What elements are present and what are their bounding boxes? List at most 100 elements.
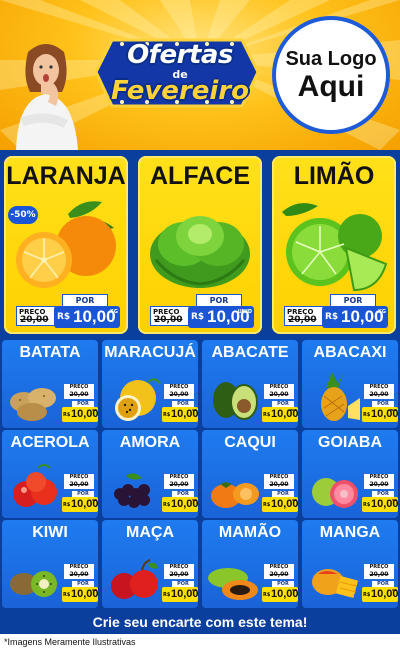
old-price: 20,00 [264,571,294,579]
unit: KG [92,498,97,502]
featured-card: ALFACE POR PREÇO 20,00 R$ 10,00 UNID [138,156,262,334]
preco-label: PREÇO [164,384,194,391]
title-fevereiro: Fevereiro [110,76,249,106]
product-name: CAQUI [224,434,276,451]
new-price-box: R$ 10,00 KG [54,306,120,328]
old-price-box: PREÇO 20,00 [150,306,190,326]
potato-icon [10,388,56,421]
old-price: 20,00 [364,391,394,399]
old-price: 20,00 [264,481,294,489]
preco-label: PREÇO [164,474,194,481]
old-price: 20,00 [20,315,49,325]
currency: R$ [363,592,371,598]
apple-icon [111,559,158,599]
currency: R$ [263,502,271,508]
new-price-box: R$ 10,00 KG [62,587,98,602]
product-name: LIMÃO [293,162,375,190]
surprised-woman-image [16,44,78,150]
product-name: GOIABA [318,434,382,451]
currency: R$ [63,412,71,418]
product-name: ALFACE [150,162,250,190]
product-card: CAQUI PREÇO 20,00 POR R$ 10,00 KG [202,430,298,518]
lettuce-icon [150,216,250,288]
product-card: KIWI PREÇO 20,00 POR R$ 10,00 KG [2,520,98,608]
product-card: GOIABA PREÇO 20,00 POR R$ 10,00 KG [302,430,398,518]
logo-placeholder: Sua Logo Aqui [272,16,390,134]
price-box: PREÇO 20,00 POR R$ 10,00 KG [60,384,98,424]
featured-card: LARANJA -50% POR PREÇO 20,00 R$ 10,00 KG [4,156,128,334]
price-box: PREÇO 20,00 POR R$ 10,00 KG [360,564,398,604]
currency: R$ [325,312,339,322]
old-price: 20,00 [164,391,194,399]
unit: KG [192,408,197,412]
preco-label: PREÇO [264,474,294,481]
unit: KG [92,408,97,412]
persimmon-icon [211,482,259,508]
product-card: BATATA PREÇO 20,00 POR R$ 10,00 KG [2,340,98,428]
currency: R$ [57,312,71,322]
currency: R$ [163,412,171,418]
logo-text-line1: Sua Logo [285,47,377,70]
header-banner: Ofertas de Fevereiro Sua Logo Aqui [0,0,400,150]
new-price-box: R$ 10,00 KG [362,587,398,602]
preco-label: PREÇO [364,384,394,391]
product-card: MARACUJÁ PREÇO 20,00 POR R$ 10,00 KG [102,340,198,428]
price-box: PREÇO 20,00 POR R$ 10,00 KG [360,474,398,514]
preco-label: PREÇO [64,384,94,391]
price-box: PREÇO 20,00 POR R$ 10,00 KG [160,384,198,424]
product-card: MANGA PREÇO 20,00 POR R$ 10,00 KG [302,520,398,608]
title-ofertas: Ofertas [127,40,233,70]
acerola-icon [13,464,57,507]
currency: R$ [63,502,71,508]
product-name: ACEROLA [10,434,90,451]
old-price: 20,00 [164,571,194,579]
discount-badge: -50% [8,206,38,224]
currency: R$ [263,592,271,598]
new-price-box: R$ 10,00 KG [322,306,388,328]
pineapple-icon [321,372,360,421]
currency: R$ [263,412,271,418]
unit: KG [392,588,397,592]
new-price-box: R$ 10,00 KG [62,497,98,512]
product-name: KIWI [32,524,68,541]
product-name: MANGA [319,524,381,541]
price-box: POR PREÇO 20,00 R$ 10,00 UNID [148,294,254,328]
price-box: POR PREÇO 20,00 R$ 10,00 KG [282,294,388,328]
price-box: PREÇO 20,00 POR R$ 10,00 KG [160,564,198,604]
product-name: AMORA [119,434,181,451]
price-box: PREÇO 20,00 POR R$ 10,00 KG [260,474,298,514]
preco-label: PREÇO [264,384,294,391]
unit: KG [110,309,118,315]
preco-label: PREÇO [264,564,294,571]
cta-text: Crie seu encarte com este tema! [0,610,400,634]
mango-icon [312,569,359,599]
old-price: 20,00 [264,391,294,399]
product-card: ABACATE PREÇO 20,00 POR R$ 10,00 UNID [202,340,298,428]
old-price: 20,00 [288,315,317,325]
preco-label: PREÇO [164,564,194,571]
old-price: 20,00 [364,481,394,489]
old-price: 20,00 [154,315,183,325]
preco-label: PREÇO [64,564,94,571]
avocado-icon [213,382,258,420]
old-price-box: PREÇO 20,00 [16,306,56,326]
unit: UNID [237,309,252,315]
unit: KG [192,588,197,592]
blackberry-icon [114,473,150,508]
new-price-box: R$ 10,00 UNID [362,407,398,422]
old-price: 20,00 [164,481,194,489]
price-box: PREÇO 20,00 POR R$ 10,00 UNID [360,384,398,424]
old-price: 20,00 [64,391,94,399]
passion-fruit-icon [115,378,161,421]
product-name: LARANJA [6,162,126,190]
product-name: MARACUJÁ [104,344,196,361]
new-price-box: R$ 10,00 KG [162,587,198,602]
price-box: PREÇO 20,00 POR R$ 10,00 KG [260,564,298,604]
featured-card: LIMÃO POR PREÇO 20,00 R$ 10,00 KG [272,156,396,334]
unit: KG [92,588,97,592]
product-name: ABACAXI [313,344,387,361]
old-price-box: PREÇO 20,00 [284,306,324,326]
currency: R$ [163,502,171,508]
price-box: PREÇO 20,00 POR R$ 10,00 KG [60,474,98,514]
unit: KG [292,588,297,592]
